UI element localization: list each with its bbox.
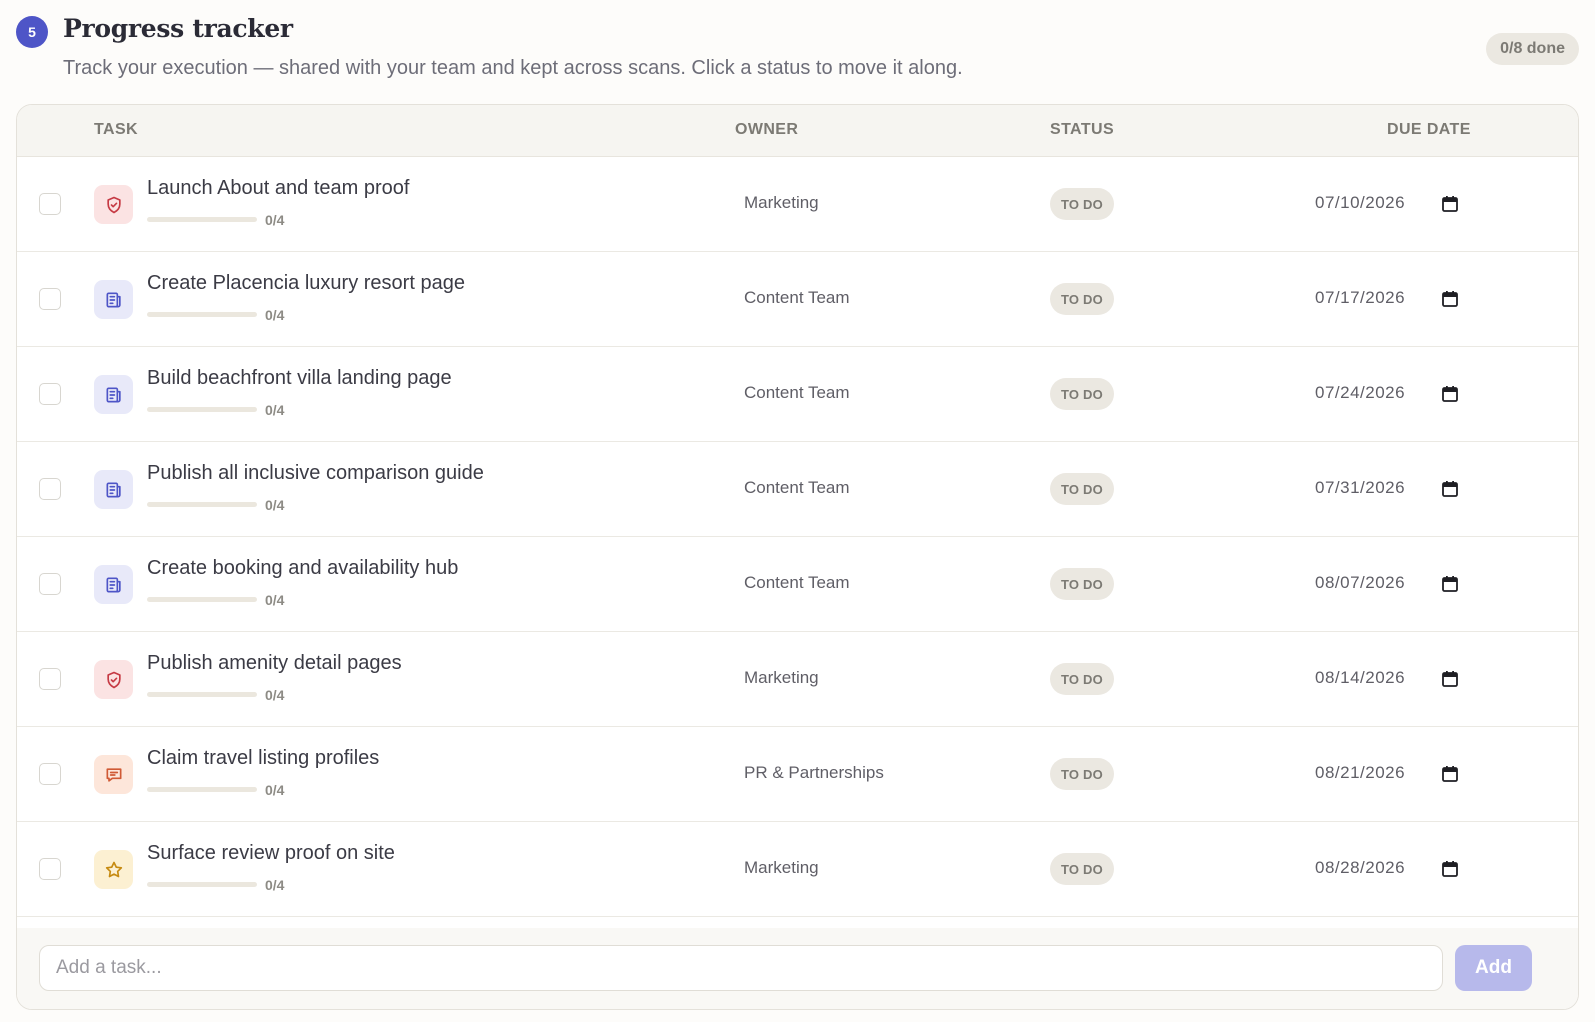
task-progress-count: 0/4 [265,402,285,418]
add-task-bar: Add [17,928,1578,1009]
page-subtitle: Track your execution — shared with your … [63,57,963,79]
task-title[interactable]: Create booking and availability hub [147,557,458,580]
status-badge[interactable]: TO DO [1050,283,1114,315]
task-progress-bar [147,787,257,792]
task-checkbox[interactable] [39,288,61,310]
status-badge[interactable]: TO DO [1050,663,1114,695]
task-owner: Marketing [744,858,819,877]
calendar-icon[interactable] [1441,860,1459,878]
shield-icon [94,185,133,224]
column-header-owner: OWNER [735,121,799,138]
task-title[interactable]: Launch About and team proof [147,177,409,200]
task-progress-count: 0/4 [265,212,285,228]
task-checkbox[interactable] [39,478,61,500]
task-title[interactable]: Publish all inclusive comparison guide [147,462,484,485]
star-icon [94,850,133,889]
task-owner: Content Team [744,478,850,497]
due-date-field[interactable]: 08/07/2026 [1315,573,1405,593]
task-owner: PR & Partnerships [744,763,884,782]
task-progress-count: 0/4 [265,592,285,608]
task-checkbox[interactable] [39,858,61,880]
task-progress-bar [147,692,257,697]
document-icon [94,470,133,509]
task-checkbox[interactable] [39,668,61,690]
column-header-due-date: DUE DATE [1387,121,1471,138]
page-title: Progress tracker [63,14,293,43]
table-row: Surface review proof on site 0/4 Marketing… [17,822,1578,917]
task-progress-bar [147,407,257,412]
task-progress-bar [147,597,257,602]
task-checkbox[interactable] [39,573,61,595]
due-date-field[interactable]: 08/28/2026 [1315,858,1405,878]
task-progress-count: 0/4 [265,497,285,513]
task-owner: Content Team [744,288,850,307]
task-progress-bar [147,312,257,317]
task-title[interactable]: Claim travel listing profiles [147,747,379,770]
table-row: Claim travel listing profiles 0/4 PR & Par… [17,727,1578,822]
due-date-field[interactable]: 08/21/2026 [1315,763,1405,783]
table-header: TASK OWNER STATUS DUE DATE [17,105,1578,157]
calendar-icon[interactable] [1441,765,1459,783]
table-row: Create Placencia luxury resort page 0/4 Co… [17,252,1578,347]
task-owner: Marketing [744,193,819,212]
task-title[interactable]: Publish amenity detail pages [147,652,402,675]
document-icon [94,565,133,604]
task-progress-count: 0/4 [265,687,285,703]
task-owner: Content Team [744,383,850,402]
document-icon [94,375,133,414]
column-header-task: TASK [94,121,138,138]
task-checkbox[interactable] [39,193,61,215]
task-title[interactable]: Build beachfront villa landing page [147,367,452,390]
table-body: Launch About and team proof 0/4 Marketing T… [17,157,1578,917]
calendar-icon[interactable] [1441,670,1459,688]
due-date-field[interactable]: 08/14/2026 [1315,668,1405,688]
shield-icon [94,660,133,699]
status-badge[interactable]: TO DO [1050,188,1114,220]
status-badge[interactable]: TO DO [1050,473,1114,505]
table-row: Launch About and team proof 0/4 Marketing T… [17,157,1578,252]
task-owner: Marketing [744,668,819,687]
calendar-icon[interactable] [1441,480,1459,498]
step-number-badge: 5 [16,16,48,48]
table-row: Create booking and availability hub 0/4 Co… [17,537,1578,632]
task-progress-count: 0/4 [265,782,285,798]
task-table: TASK OWNER STATUS DUE DATE Launch About … [16,104,1579,1010]
table-row: Publish all inclusive comparison guide 0/… [17,442,1578,537]
task-progress-count: 0/4 [265,307,285,323]
task-owner: Content Team [744,573,850,592]
chat-icon [94,755,133,794]
document-icon [94,280,133,319]
task-checkbox[interactable] [39,383,61,405]
task-progress-bar [147,502,257,507]
task-progress-bar [147,217,257,222]
due-date-field[interactable]: 07/24/2026 [1315,383,1405,403]
due-date-field[interactable]: 07/17/2026 [1315,288,1405,308]
due-date-field[interactable]: 07/31/2026 [1315,478,1405,498]
calendar-icon[interactable] [1441,195,1459,213]
section-header: 5 Progress tracker Track your execution … [16,14,1579,94]
table-row: Build beachfront villa landing page 0/4 Co… [17,347,1578,442]
add-task-input[interactable] [39,945,1443,991]
status-badge[interactable]: TO DO [1050,853,1114,885]
done-count-badge: 0/8 done [1486,33,1579,65]
calendar-icon[interactable] [1441,290,1459,308]
task-progress-bar [147,882,257,887]
status-badge[interactable]: TO DO [1050,568,1114,600]
status-badge[interactable]: TO DO [1050,758,1114,790]
table-row: Publish amenity detail pages 0/4 Marketing… [17,632,1578,727]
task-checkbox[interactable] [39,763,61,785]
calendar-icon[interactable] [1441,575,1459,593]
task-progress-count: 0/4 [265,877,285,893]
column-header-status: STATUS [1050,121,1115,138]
task-title[interactable]: Surface review proof on site [147,842,395,865]
status-badge[interactable]: TO DO [1050,378,1114,410]
due-date-field[interactable]: 07/10/2026 [1315,193,1405,213]
add-task-button[interactable]: Add [1455,945,1532,991]
calendar-icon[interactable] [1441,385,1459,403]
task-title[interactable]: Create Placencia luxury resort page [147,272,465,295]
